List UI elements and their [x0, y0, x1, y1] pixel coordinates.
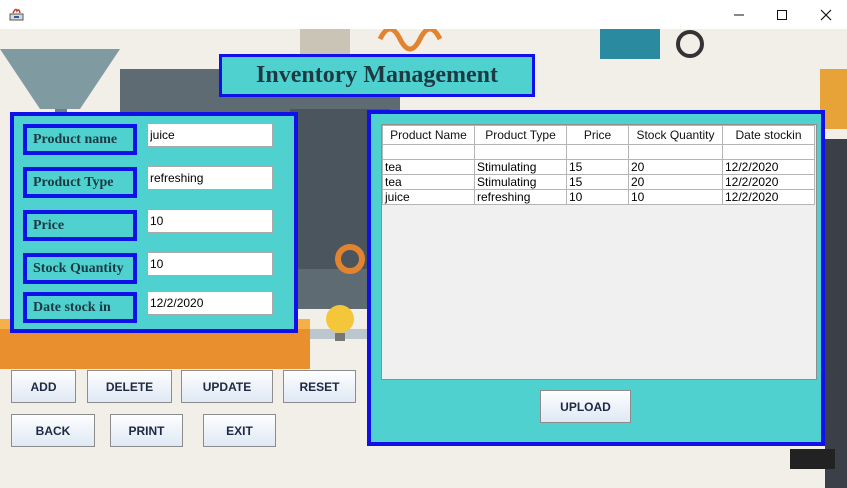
table-row[interactable]: tea Stimulating 15 20 12/2/2020: [382, 174, 815, 190]
exit-button[interactable]: EXIT: [203, 414, 276, 447]
product-name-label: Product name: [23, 124, 137, 155]
inventory-table[interactable]: Product Name Product Type Price Stock Qu…: [382, 125, 815, 205]
maximize-button[interactable]: [759, 0, 805, 29]
print-button[interactable]: PRINT: [110, 414, 183, 447]
product-type-input[interactable]: [147, 166, 273, 190]
table-cell[interactable]: Stimulating: [474, 159, 567, 175]
table-cell[interactable]: tea: [382, 159, 475, 175]
maximize-icon: [777, 9, 787, 20]
table-header-row: Product Name Product Type Price Stock Qu…: [382, 125, 815, 145]
delete-button[interactable]: DELETE: [87, 370, 172, 403]
table-row[interactable]: juice refreshing 10 10 12/2/2020: [382, 189, 815, 205]
inventory-table-panel: Product Name Product Type Price Stock Qu…: [367, 110, 825, 446]
column-header-date-stockin[interactable]: Date stockin: [722, 125, 815, 145]
page-title: Inventory Management: [219, 54, 535, 97]
table-cell[interactable]: [566, 144, 629, 160]
stock-quantity-input[interactable]: [147, 252, 273, 276]
date-stock-in-label: Date stock in: [23, 292, 137, 323]
title-bar: [0, 0, 847, 29]
table-cell[interactable]: 10: [628, 189, 723, 205]
column-header-product-type[interactable]: Product Type: [474, 125, 567, 145]
table-cell[interactable]: 15: [566, 174, 629, 190]
update-button[interactable]: UPDATE: [181, 370, 273, 403]
table-cell[interactable]: 15: [566, 159, 629, 175]
product-form-panel: Product name Product Type Price Stock Qu…: [10, 112, 298, 333]
upload-button[interactable]: UPLOAD: [540, 390, 631, 423]
table-cell[interactable]: 12/2/2020: [722, 174, 815, 190]
table-cell[interactable]: [382, 144, 475, 160]
reset-button[interactable]: RESET: [283, 370, 356, 403]
table-cell[interactable]: tea: [382, 174, 475, 190]
close-button[interactable]: [803, 0, 847, 29]
table-cell[interactable]: refreshing: [474, 189, 567, 205]
table-row-empty[interactable]: [382, 144, 815, 160]
table-cell[interactable]: juice: [382, 189, 475, 205]
stock-quantity-label: Stock Quantity: [23, 253, 137, 284]
table-cell[interactable]: 12/2/2020: [722, 159, 815, 175]
table-cell[interactable]: Stimulating: [474, 174, 567, 190]
back-button[interactable]: BACK: [11, 414, 95, 447]
add-button[interactable]: ADD: [11, 370, 76, 403]
column-header-stock-quantity[interactable]: Stock Quantity: [628, 125, 723, 145]
table-row[interactable]: tea Stimulating 15 20 12/2/2020: [382, 159, 815, 175]
table-cell[interactable]: [628, 144, 723, 160]
close-icon: [820, 9, 832, 20]
table-cell[interactable]: 10: [566, 189, 629, 205]
product-type-label: Product Type: [23, 167, 137, 198]
inventory-table-scrollpane[interactable]: Product Name Product Type Price Stock Qu…: [381, 124, 817, 380]
table-cell[interactable]: [474, 144, 567, 160]
price-label: Price: [23, 210, 137, 241]
date-stock-in-input[interactable]: [147, 291, 273, 315]
table-cell[interactable]: 20: [628, 159, 723, 175]
product-name-input[interactable]: [147, 123, 273, 147]
minimize-button[interactable]: [716, 0, 762, 29]
column-header-price[interactable]: Price: [566, 125, 629, 145]
table-cell[interactable]: [722, 144, 815, 160]
table-cell[interactable]: 20: [628, 174, 723, 190]
minimize-icon: [734, 14, 744, 15]
table-cell[interactable]: 12/2/2020: [722, 189, 815, 205]
price-input[interactable]: [147, 209, 273, 233]
column-header-product-name[interactable]: Product Name: [382, 125, 475, 145]
java-app-icon: [9, 8, 24, 21]
